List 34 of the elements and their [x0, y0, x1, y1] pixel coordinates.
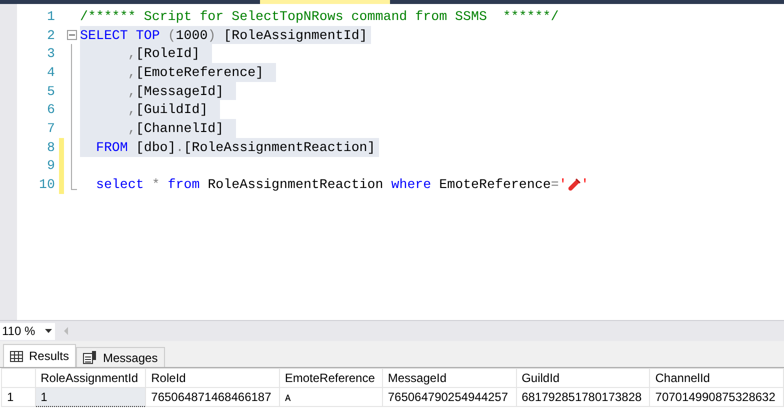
line-number: 5: [46, 84, 55, 99]
code-line: /****** Script for SelectTopNRows command from SSMS ******/: [80, 8, 559, 26]
line-number: 6: [46, 102, 55, 118]
line-number: 8: [46, 140, 55, 155]
column-header[interactable]: ChannelId: [650, 368, 784, 388]
caret-icon: [45, 329, 52, 333]
column-header[interactable]: EmoteReference: [279, 368, 382, 388]
table-cell[interactable]: 1: [35, 388, 146, 406]
results-tab[interactable]: Results: [3, 344, 76, 367]
line-number: 4: [46, 64, 55, 80]
table-cell[interactable]: ᴀ: [279, 388, 382, 406]
column-header[interactable]: RoleAssignmentId: [35, 368, 146, 388]
line-number: 7: [46, 120, 55, 136]
collapse-icon[interactable]: [67, 30, 77, 40]
test-tube-icon: [566, 178, 581, 192]
table-cell[interactable]: 765064790254944257: [382, 388, 516, 406]
table-cell[interactable]: 765064871468466187: [146, 388, 280, 406]
column-header[interactable]: GuildId: [516, 368, 650, 388]
document-icon: [83, 351, 98, 364]
fold-end-line: [71, 175, 77, 190]
results-tab[interactable]: Messages: [76, 347, 165, 367]
line-number: 3: [46, 46, 55, 62]
table-cell[interactable]: 681792851780173828: [516, 388, 650, 406]
line-number: 10: [38, 177, 55, 192]
grid-icon: [10, 350, 23, 362]
table-cell[interactable]: 707014990875328632: [650, 388, 784, 406]
line-number: 9: [46, 158, 55, 174]
column-header[interactable]: MessageId: [382, 368, 516, 388]
line-number: 2: [46, 28, 55, 43]
line-number: 1: [46, 8, 55, 24]
code-line: select * from RoleAssignmentReaction where EmoteReference=' ': [94, 176, 589, 194]
row-number: 1: [2, 388, 36, 406]
zoom-dropdown[interactable]: 110 %: [0, 322, 55, 340]
column-header[interactable]: RoleId: [146, 368, 280, 388]
